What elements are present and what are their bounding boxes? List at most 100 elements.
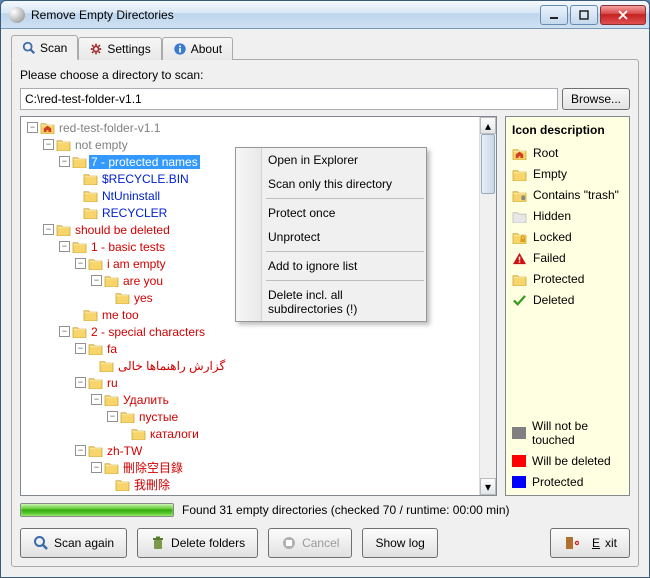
scroll-down-icon[interactable]: ▾ xyxy=(480,478,496,495)
tree-node-selected[interactable]: 7 - protected names xyxy=(89,155,200,169)
tree-node[interactable]: i am empty xyxy=(105,257,168,271)
stop-icon xyxy=(281,535,297,551)
window-title: Remove Empty Directories xyxy=(31,8,539,22)
tree-node[interactable]: RECYCLER xyxy=(100,206,169,220)
folder-icon xyxy=(56,223,71,236)
tree-node[interactable]: NtUninstall xyxy=(100,189,162,203)
info-icon xyxy=(173,42,187,56)
client-area: Scan Settings About Please choose a dire… xyxy=(1,29,649,577)
status-text: Found 31 empty directories (checked 70 /… xyxy=(182,503,510,517)
ctx-scan-only[interactable]: Scan only this directory xyxy=(236,172,426,196)
tab-settings[interactable]: Settings xyxy=(78,37,161,60)
folder-icon xyxy=(104,274,119,287)
tree-node[interactable]: not empty xyxy=(73,138,130,152)
maximize-button[interactable] xyxy=(570,5,598,25)
tree-node[interactable]: گزارش راهنماها خالی xyxy=(116,359,227,373)
warn-icon xyxy=(512,252,527,265)
tab-bar: Scan Settings About xyxy=(11,35,639,60)
tree-node[interactable]: 刪除空目錄 xyxy=(121,459,185,476)
ctx-add-ignore[interactable]: Add to ignore list xyxy=(236,254,426,278)
tree-node[interactable]: should be deleted xyxy=(73,223,172,237)
legend-title: Icon description xyxy=(512,123,623,137)
swatch-grey xyxy=(512,427,526,439)
folder-icon xyxy=(115,478,130,491)
ctx-unprotect[interactable]: Unprotect xyxy=(236,225,426,249)
folder-icon xyxy=(56,138,71,151)
folder-icon xyxy=(88,444,103,457)
home-folder-icon xyxy=(40,121,55,134)
cancel-button[interactable]: Cancel xyxy=(268,528,352,558)
tree-node[interactable]: are you xyxy=(121,274,165,288)
tree-node[interactable]: fa xyxy=(105,342,119,356)
folder-trash-icon xyxy=(512,189,527,202)
tree-node[interactable]: пустые xyxy=(137,410,180,424)
tree-node[interactable]: ru xyxy=(105,376,120,390)
app-window: Remove Empty Directories Scan Settings A… xyxy=(0,0,650,578)
swatch-blue xyxy=(512,476,526,488)
folder-icon xyxy=(83,172,98,185)
context-menu: Open in Explorer Scan only this director… xyxy=(235,147,427,322)
folder-icon xyxy=(72,325,87,338)
folder-icon xyxy=(88,257,103,270)
app-icon xyxy=(9,7,25,23)
prompt-label: Please choose a directory to scan: xyxy=(20,68,630,82)
folder-icon xyxy=(104,461,119,474)
folder-icon xyxy=(115,291,130,304)
minimize-button[interactable] xyxy=(540,5,568,25)
folder-icon xyxy=(120,410,135,423)
ctx-open-explorer[interactable]: Open in Explorer xyxy=(236,148,426,172)
swatch-red xyxy=(512,455,526,467)
progress-bar xyxy=(20,503,174,517)
expander-icon[interactable]: − xyxy=(27,122,38,133)
bin-icon xyxy=(150,535,166,551)
scan-panel: Please choose a directory to scan: Brows… xyxy=(11,59,639,567)
legend-panel: Icon description Root Empty Contains "tr… xyxy=(505,116,630,496)
path-input[interactable] xyxy=(20,88,558,110)
tab-about[interactable]: About xyxy=(162,37,233,60)
home-folder-icon xyxy=(512,147,527,160)
folder-icon xyxy=(88,376,103,389)
folder-icon xyxy=(72,155,87,168)
search-icon xyxy=(33,535,49,551)
folder-icon xyxy=(131,427,146,440)
directory-tree[interactable]: −red-test-folder-v1.1 −not empty −7 - pr… xyxy=(20,116,497,496)
search-icon xyxy=(22,41,36,55)
tree-node[interactable]: Удалить xyxy=(121,393,171,407)
exit-button[interactable]: EExitxit xyxy=(550,528,630,558)
tree-node[interactable]: 1 - basic tests xyxy=(89,240,167,254)
close-button[interactable] xyxy=(600,5,646,25)
ctx-protect-once[interactable]: Protect once xyxy=(236,201,426,225)
tree-node[interactable]: me too xyxy=(100,308,141,322)
browse-button[interactable]: Browse... xyxy=(562,88,630,110)
tree-node[interactable]: каталоги xyxy=(148,427,201,441)
tab-scan[interactable]: Scan xyxy=(11,35,78,60)
tree-node[interactable]: red-test-folder-v1.1 xyxy=(57,121,162,135)
folder-icon xyxy=(83,308,98,321)
folder-icon xyxy=(104,393,119,406)
folder-lock-icon xyxy=(512,231,527,244)
gear-icon xyxy=(89,42,103,56)
tree-node[interactable]: yes xyxy=(132,291,155,305)
tree-node[interactable]: 我刪除 xyxy=(132,476,172,493)
check-icon xyxy=(512,294,527,307)
scroll-up-icon[interactable]: ▴ xyxy=(480,117,496,134)
folder-hidden-icon xyxy=(512,210,527,223)
folder-icon xyxy=(72,240,87,253)
tree-node[interactable]: zh-TW xyxy=(105,444,144,458)
folder-icon xyxy=(512,168,527,181)
folder-icon xyxy=(83,189,98,202)
folder-icon xyxy=(99,359,114,372)
folder-icon xyxy=(88,342,103,355)
scan-again-button[interactable]: Scan again xyxy=(20,528,127,558)
titlebar[interactable]: Remove Empty Directories xyxy=(1,1,649,29)
delete-folders-button[interactable]: Delete folders xyxy=(137,528,258,558)
scroll-thumb[interactable] xyxy=(481,134,495,194)
folder-icon xyxy=(83,206,98,219)
exit-icon xyxy=(563,535,579,551)
ctx-delete-all[interactable]: Delete incl. all subdirectories (!) xyxy=(236,283,426,321)
tree-node[interactable]: $RECYCLE.BIN xyxy=(100,172,191,186)
tree-scrollbar[interactable]: ▴ ▾ xyxy=(479,117,496,495)
tree-node[interactable]: 2 - special characters xyxy=(89,325,207,339)
show-log-button[interactable]: Show log xyxy=(362,528,437,558)
folder-icon xyxy=(512,273,527,286)
